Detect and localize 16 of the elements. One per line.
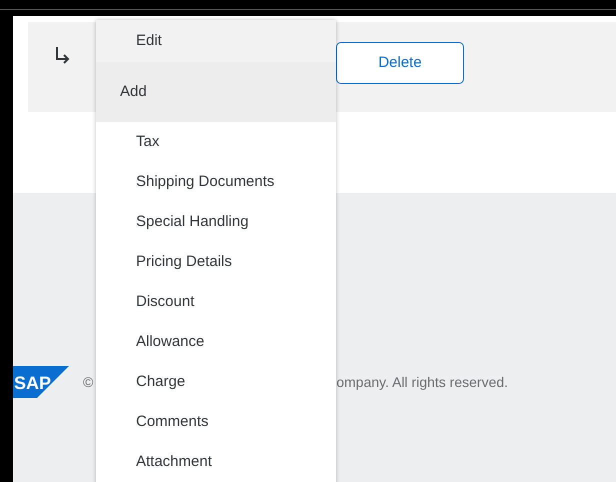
submenu-item[interactable]: Discount [96,282,336,322]
menu-group-item[interactable]: Add [96,62,336,122]
submenu-item[interactable]: Charge [96,362,336,402]
delete-button[interactable]: Delete [336,42,464,84]
submenu-item[interactable]: Allowance [96,322,336,362]
copyright-symbol: © [83,372,94,392]
submenu-item[interactable]: Tax [96,122,336,162]
submenu-item[interactable]: Shipping Documents [96,162,336,202]
copyright-text: ompany. All rights reserved. [336,372,508,392]
return-arrow-icon [55,46,70,64]
submenu-item[interactable]: Attachment [96,442,336,482]
submenu-item[interactable]: Special Handling [96,202,336,242]
submenu-item[interactable]: Comments [96,402,336,442]
menu-item[interactable]: Edit [96,20,336,62]
company-logo: SAP [13,366,69,398]
submenu-item[interactable]: Pricing Details [96,242,336,282]
